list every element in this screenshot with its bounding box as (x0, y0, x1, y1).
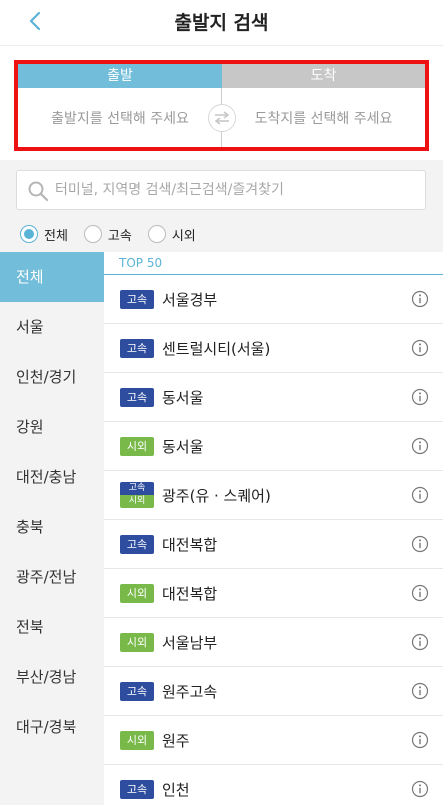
tab-departure[interactable]: 출발 (18, 64, 222, 88)
radio-all[interactable] (20, 225, 38, 243)
info-icon[interactable] (411, 339, 429, 357)
radio-intercity[interactable] (147, 225, 166, 243)
info-icon[interactable] (411, 535, 429, 553)
info-icon[interactable] (411, 584, 429, 602)
filter-express-label: 고속 (107, 228, 132, 244)
terminal-name: 대전복합 (162, 535, 218, 554)
sidebar-item-gangwon[interactable]: 강원 (0, 402, 104, 452)
filter-intercity[interactable]: 시외 (147, 225, 196, 244)
info-icon[interactable] (411, 633, 429, 651)
tab-arrival[interactable]: 도착 (222, 64, 425, 88)
intercity-badge: 시외 (120, 632, 154, 652)
express-badge: 고속 (120, 681, 154, 701)
list-item[interactable]: 시외 동서울 (104, 422, 443, 471)
info-icon[interactable] (411, 437, 429, 455)
radio-express[interactable] (83, 225, 102, 243)
departure-field[interactable]: 출발지를 선택해 주세요 (18, 88, 222, 147)
list-item[interactable]: 고속 대전복합 (104, 520, 443, 569)
search-box[interactable] (16, 170, 426, 210)
terminal-name: 광주(유 · 스퀘어) (162, 486, 271, 505)
sidebar-item-chungbuk[interactable]: 충북 (0, 502, 104, 552)
terminal-name: 원주고속 (162, 682, 218, 701)
express-badge-part: 고속 (120, 482, 154, 495)
terminal-name: 대전복합 (162, 584, 218, 603)
info-icon[interactable] (411, 682, 429, 700)
list-item[interactable]: 고속 시외 광주(유 · 스퀘어) (104, 471, 443, 520)
express-badge: 고속 (120, 779, 154, 799)
info-icon[interactable] (411, 780, 429, 798)
list-item[interactable]: 고속 원주고속 (104, 667, 443, 716)
sidebar-item-jeonbuk[interactable]: 전북 (0, 602, 104, 652)
sidebar-item-all[interactable]: 전체 (0, 252, 104, 302)
terminal-list: TOP 50 고속 서울경부 고속 센트럴시티(서울) 고속 동서울 시외 동서… (104, 252, 443, 805)
page-title: 출발지 검색 (174, 12, 269, 34)
intercity-badge: 시외 (120, 583, 154, 603)
info-icon[interactable] (411, 486, 429, 504)
sidebar-item-daegu-gyeongbuk[interactable]: 대구/경북 (0, 702, 104, 752)
search-area: 전체 고속 시외 (0, 160, 443, 252)
express-badge: 고속 (120, 289, 154, 309)
filter-express[interactable]: 고속 (83, 225, 132, 244)
header: 출발지 검색 (0, 0, 443, 46)
route-panel: 출발 도착 출발지를 선택해 주세요 도착지를 선택해 주세요 (0, 46, 443, 160)
filter-all-label: 전체 (44, 228, 68, 244)
arrival-field[interactable]: 도착지를 선택해 주세요 (222, 88, 425, 147)
list-item[interactable]: 시외 서울남부 (104, 618, 443, 667)
list-item[interactable]: 고속 센트럴시티(서울) (104, 324, 443, 373)
sidebar-item-seoul[interactable]: 서울 (0, 302, 104, 352)
list-item[interactable]: 고속 인천 (104, 765, 443, 805)
info-icon[interactable] (411, 290, 429, 308)
info-icon[interactable] (411, 388, 429, 406)
terminal-name: 센트럴시티(서울) (162, 339, 271, 358)
route-highlight-frame: 출발 도착 출발지를 선택해 주세요 도착지를 선택해 주세요 (14, 60, 429, 151)
list-item[interactable]: 시외 대전복합 (104, 569, 443, 618)
swap-arrows-icon (214, 111, 230, 125)
sidebar-item-busan-gyeongnam[interactable]: 부산/경남 (0, 652, 104, 702)
terminal-name: 인천 (162, 780, 190, 799)
filter-all[interactable]: 전체 (20, 225, 68, 244)
express-badge: 고속 (120, 387, 154, 407)
terminal-name: 서울남부 (162, 633, 218, 652)
search-input[interactable] (55, 171, 415, 209)
sidebar-item-incheon-gyeonggi[interactable]: 인천/경기 (0, 352, 104, 402)
filter-intercity-label: 시외 (171, 228, 196, 244)
terminal-name: 동서울 (162, 437, 204, 456)
sidebar-item-daejeon-chungnam[interactable]: 대전/충남 (0, 452, 104, 502)
terminal-name: 원주 (162, 731, 190, 750)
back-button[interactable] (20, 6, 50, 36)
express-intercity-badge: 고속 시외 (120, 482, 154, 508)
list-section-header: TOP 50 (104, 252, 443, 275)
filter-group: 전체 고속 시외 (20, 224, 212, 244)
info-icon[interactable] (411, 731, 429, 749)
intercity-badge-part: 시외 (120, 495, 154, 508)
intercity-badge: 시외 (120, 730, 154, 750)
list-item[interactable]: 시외 원주 (104, 716, 443, 765)
region-sidebar: 전체 서울 인천/경기 강원 대전/충남 충북 광주/전남 전북 부산/경남 대… (0, 252, 104, 805)
sidebar-item-gwangju-jeonnam[interactable]: 광주/전남 (0, 552, 104, 602)
list-item[interactable]: 고속 동서울 (104, 373, 443, 422)
terminal-name: 동서울 (162, 388, 204, 407)
intercity-badge: 시외 (120, 436, 154, 456)
list-item[interactable]: 고속 서울경부 (104, 275, 443, 324)
terminal-name: 서울경부 (162, 290, 218, 309)
chevron-left-icon (29, 11, 41, 31)
search-icon (27, 180, 49, 202)
swap-button[interactable] (208, 104, 236, 132)
express-badge: 고속 (120, 534, 154, 554)
express-badge: 고속 (120, 338, 154, 358)
